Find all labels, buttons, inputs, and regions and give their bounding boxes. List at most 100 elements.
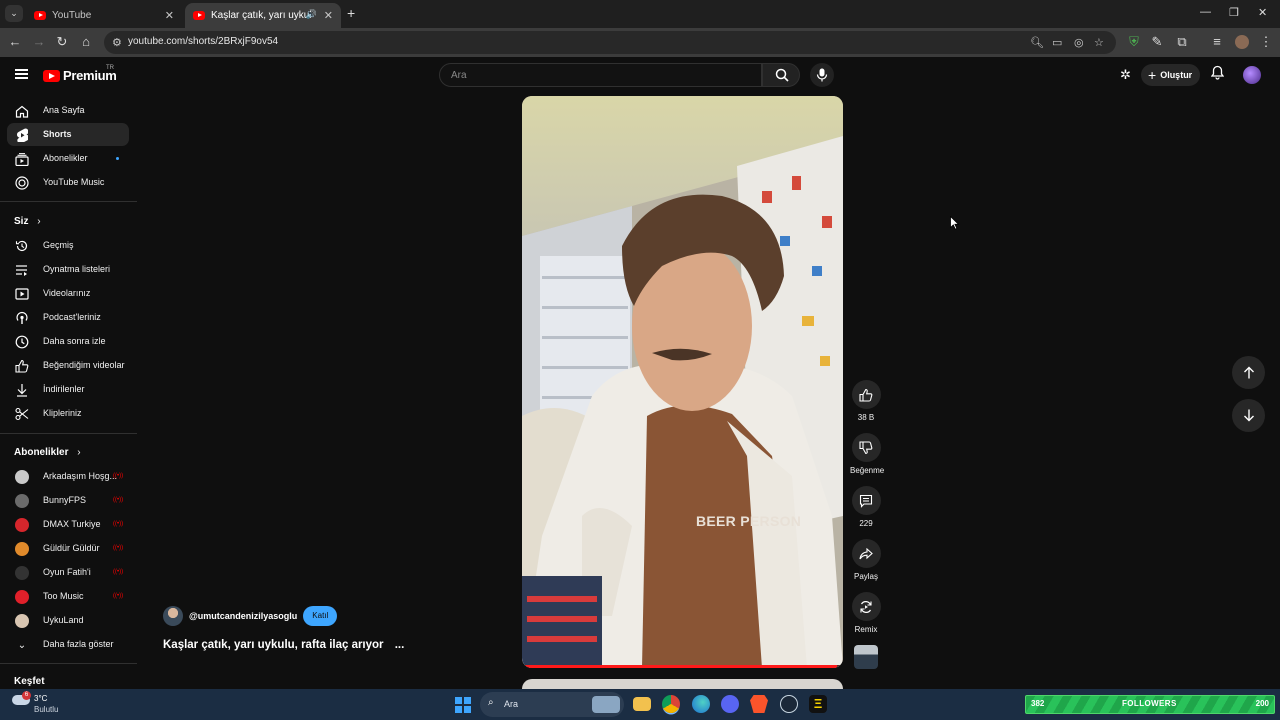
sidebar-subscriptions-heading[interactable]: Abonelikler › <box>14 447 81 458</box>
cast-icon[interactable]: ▭ <box>1052 36 1062 49</box>
create-button[interactable]: + Oluştur <box>1141 64 1200 86</box>
sidebar-item-playlists[interactable]: Oynatma listeleri <box>7 258 129 281</box>
chrome-icon[interactable] <box>662 695 680 713</box>
pen-icon[interactable]: ✎ <box>1149 34 1165 50</box>
share-button[interactable] <box>851 539 881 568</box>
sidebar-you-heading[interactable]: Siz › <box>14 216 41 227</box>
like-action[interactable]: 38 B <box>850 380 882 422</box>
sidebar-item-label: Beğendiğim videolar <box>43 360 125 370</box>
channel-avatar <box>15 518 29 532</box>
account-avatar[interactable] <box>1243 66 1261 84</box>
like-button[interactable] <box>851 380 881 409</box>
sidebar-item-downloads[interactable]: İndirilenler <box>7 378 129 401</box>
sidebar-item-label: Podcast'leriniz <box>43 312 101 322</box>
notifications-icon[interactable] <box>1210 65 1225 85</box>
extensions-icon[interactable]: ⧉ <box>1174 34 1190 50</box>
sidebar-item-podcasts[interactable]: Podcast'leriniz <box>7 306 129 329</box>
subscription-item[interactable]: BunnyFPS ((•)) <box>7 489 129 512</box>
site-info-icon[interactable]: ⚙ <box>112 36 122 49</box>
dislike-button[interactable] <box>851 433 881 462</box>
remix-action[interactable]: Remix <box>850 592 882 634</box>
youtube-premium-logo[interactable]: Premium TR <box>43 65 117 83</box>
windows-start-icon[interactable] <box>455 697 471 713</box>
sidebar-item-label: Geçmiş <box>43 240 74 250</box>
speaker-icon[interactable]: 🔊 <box>306 9 317 20</box>
sound-thumbnail[interactable] <box>854 645 878 669</box>
sidebar-item-shorts[interactable]: Shorts <box>7 123 129 146</box>
sidebar-item-liked-videos[interactable]: Beğendiğim videolar <box>7 354 129 377</box>
subscription-item[interactable]: Güldür Güldür ((•)) <box>7 537 129 560</box>
short-title[interactable]: Kaşlar çatık, yarı uykulu, rafta ilaç ar… <box>163 639 404 651</box>
url-text[interactable]: youtube.com/shorts/2BRxjF9ov54 <box>128 36 278 47</box>
subscription-item[interactable]: DMAX Turkiye ((•)) <box>7 513 129 536</box>
tab-short-video[interactable]: Kaşlar çatık, yarı uykulu, raf 🔊 ✕ <box>185 3 341 28</box>
show-more-button[interactable]: ⌄ Daha fazla göster <box>7 633 129 656</box>
profile-avatar[interactable] <box>1235 35 1249 49</box>
subscription-item[interactable]: Too Music ((•)) <box>7 585 129 608</box>
new-content-dot <box>116 157 119 160</box>
back-icon[interactable]: ← <box>7 34 23 49</box>
app-e-icon[interactable]: Ξ <box>809 695 827 713</box>
subscription-item[interactable]: Oyun Fatih'i ((•)) <box>7 561 129 584</box>
dislike-action[interactable]: Beğenme <box>850 433 884 475</box>
extension-shield-icon[interactable]: ⛨ <box>1126 34 1142 50</box>
next-short-button[interactable] <box>1232 399 1265 432</box>
tab-search-button[interactable]: ⌄ <box>5 5 23 22</box>
channel-avatar[interactable] <box>163 606 183 626</box>
new-tab-button[interactable]: + <box>347 5 355 21</box>
video-progress-bar[interactable] <box>522 665 843 668</box>
close-tab-icon[interactable]: ✕ <box>165 9 174 22</box>
search-button[interactable] <box>762 63 800 87</box>
tab-youtube[interactable]: YouTube ✕ <box>26 3 182 28</box>
remix-button[interactable] <box>851 592 881 621</box>
reload-icon[interactable]: ↻ <box>54 34 70 50</box>
sidebar-item-subscriptions[interactable]: Abonelikler <box>7 147 129 170</box>
subscription-item[interactable]: UykuLand <box>7 609 129 632</box>
sidebar-item-clips[interactable]: Klipleriniz <box>7 402 129 425</box>
watch-later-icon <box>15 335 29 349</box>
menu-icon[interactable] <box>15 69 28 79</box>
join-button[interactable]: Katıl <box>303 606 338 626</box>
channel-avatar <box>15 614 29 628</box>
search-input[interactable]: Ara <box>439 63 762 87</box>
steam-icon[interactable] <box>780 695 798 713</box>
voice-search-button[interactable] <box>810 63 834 87</box>
more-button[interactable]: ... <box>395 639 405 651</box>
taskbar-search[interactable]: ⌕ Ara <box>480 692 624 717</box>
forward-icon[interactable]: → <box>31 34 47 49</box>
bookmark-star-icon[interactable]: ☆ <box>1094 36 1104 49</box>
comments-button[interactable] <box>851 486 881 515</box>
discord-icon[interactable] <box>721 695 739 713</box>
sidebar-item-label: YouTube Music <box>43 177 105 187</box>
comments-action[interactable]: 229 <box>850 486 882 528</box>
brave-icon[interactable] <box>750 695 768 713</box>
share-action[interactable]: Paylaş <box>850 539 882 581</box>
channel-name[interactable]: @umutcandenizilyasoglu <box>189 611 297 621</box>
sidebar-item-youtube-music[interactable]: YouTube Music <box>7 171 129 194</box>
sidebar-item-your-videos[interactable]: Videolarınız <box>7 282 129 305</box>
home-icon[interactable]: ⌂ <box>78 34 94 49</box>
restore-icon[interactable]: ❐ <box>1229 6 1239 19</box>
zoom-icon[interactable]: 🔍︎ <box>1030 36 1044 49</box>
close-tab-icon[interactable]: ✕ <box>324 9 333 22</box>
menu-kebab-icon[interactable]: ⋮ <box>1258 34 1274 50</box>
edge-icon[interactable] <box>692 695 710 713</box>
file-explorer-icon[interactable] <box>633 697 651 711</box>
youtube-favicon-icon <box>34 11 46 20</box>
media-control-icon[interactable]: ≡ <box>1209 34 1225 49</box>
sidebar-item-watch-later[interactable]: Daha sonra izle <box>7 330 129 353</box>
subscription-item[interactable]: Arkadaşım Hoşg... ((•)) <box>7 465 129 488</box>
you-heading-label: Siz <box>14 216 29 227</box>
shorts-creator-icon[interactable]: ✲ <box>1120 67 1131 83</box>
close-window-icon[interactable]: ✕ <box>1258 6 1267 19</box>
podcast-icon <box>15 311 29 325</box>
next-short-preview[interactable] <box>522 679 843 689</box>
address-bar[interactable]: ⚙ youtube.com/shorts/2BRxjF9ov54 🔍︎ ▭ ◎ … <box>104 31 1116 54</box>
sidebar-item-home[interactable]: Ana Sayfa <box>7 99 129 122</box>
history-icon <box>15 239 29 253</box>
eye-off-icon[interactable]: ◎ <box>1074 36 1084 49</box>
shorts-video-player[interactable]: BEER PERSON <box>522 96 843 668</box>
sidebar-item-history[interactable]: Geçmiş <box>7 234 129 257</box>
previous-short-button[interactable] <box>1232 356 1265 389</box>
minimize-icon[interactable]: — <box>1200 6 1211 18</box>
